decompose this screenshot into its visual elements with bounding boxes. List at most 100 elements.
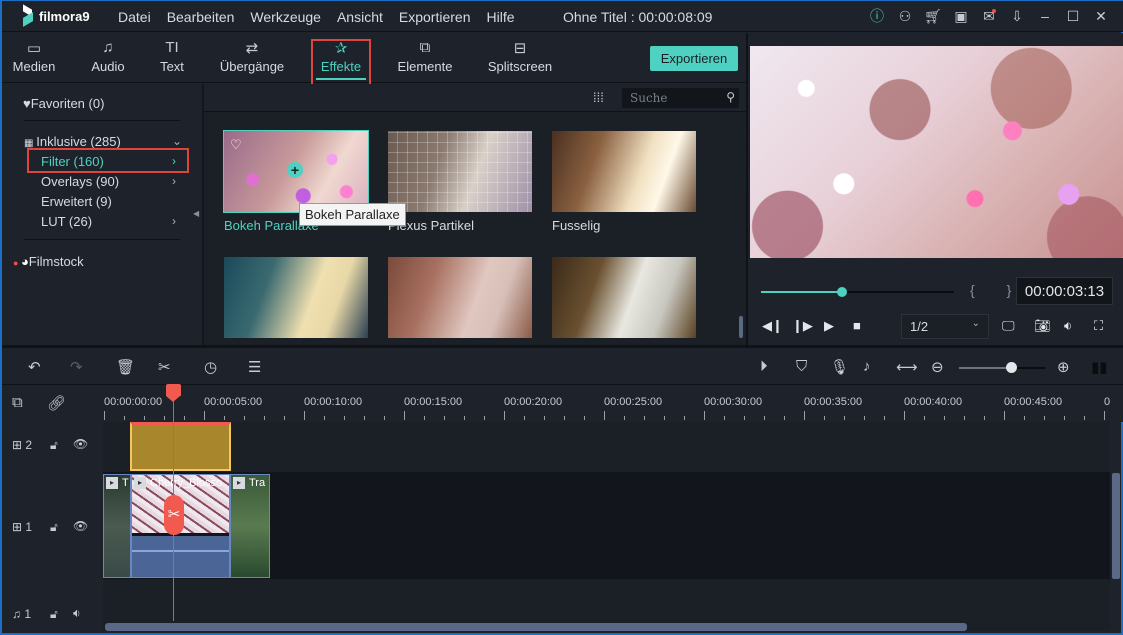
favorites-item[interactable]: ♥Favoriten (0)	[23, 96, 104, 111]
save-icon[interactable]: ▣	[947, 8, 975, 25]
previous-frame-icon[interactable]: ◀❙	[762, 318, 783, 334]
mail-icon[interactable]: ✉	[975, 8, 1003, 25]
filmstock-item[interactable]: ● ◕Filmstock	[13, 254, 84, 269]
timeline-vertical-scrollbar[interactable]	[1112, 473, 1120, 579]
zoom-out-icon[interactable]: ⊖	[931, 358, 944, 376]
redo-icon[interactable]: ↷	[70, 358, 83, 376]
track-number: 1	[24, 607, 32, 621]
menu-hilfe[interactable]: Hilfe	[478, 9, 522, 25]
speaker-icon[interactable]: 🔉︎	[73, 606, 81, 621]
quality-select[interactable]: 1/2 ⌄	[901, 314, 989, 339]
info-icon[interactable]: ⓘ	[863, 6, 891, 26]
playback-handle[interactable]	[837, 287, 848, 297]
display-settings-icon[interactable]: 🖵︎	[1002, 318, 1015, 334]
effects-scrollbar[interactable]	[739, 316, 743, 338]
close-icon[interactable]: ✕	[1087, 8, 1115, 25]
title-bar: filmora9 Datei Bearbeiten Werkzeuge Ansi…	[2, 1, 1123, 32]
layout-toggle-icon[interactable]: ▮▮	[1091, 358, 1108, 376]
video-clip[interactable]: ▸ T	[103, 474, 131, 578]
download-icon[interactable]: ⇩	[1003, 8, 1031, 25]
account-icon[interactable]: ⚇	[891, 8, 919, 25]
eye-icon[interactable]: 👁︎	[73, 519, 88, 533]
tab-splitscreen[interactable]: ⊟ Splitscreen	[486, 39, 554, 74]
grid-view-icon[interactable]: ⁞⁞⁞	[593, 90, 604, 105]
effect-thumb-6[interactable]	[552, 257, 696, 338]
included-item[interactable]: ▦ Inklusive (285)	[24, 134, 121, 149]
lock-icon[interactable]: 🔓︎	[50, 438, 58, 453]
menu-bearbeiten[interactable]: Bearbeiten	[159, 9, 243, 25]
playhead-handle[interactable]	[166, 384, 181, 402]
ruler-tick	[284, 416, 285, 420]
collapse-panel-icon[interactable]: ◀	[193, 209, 199, 218]
chevron-right-icon[interactable]: ›	[172, 174, 176, 188]
menu-ansicht[interactable]: Ansicht	[329, 9, 391, 25]
effect-thumb-fusselig[interactable]	[552, 131, 696, 212]
heart-outline-icon[interactable]: ♡	[230, 137, 242, 153]
maximize-icon[interactable]: ☐	[1059, 8, 1087, 25]
render-preview-icon[interactable]: ⏵	[760, 358, 768, 375]
undo-icon[interactable]: ↶	[28, 358, 41, 376]
tab-audio[interactable]: ♫ Audio	[88, 39, 128, 74]
microphone-icon[interactable]: 🎙︎	[830, 358, 849, 376]
marker-icon[interactable]: ⛉	[796, 358, 807, 375]
minimize-icon[interactable]: –	[1031, 8, 1059, 24]
audio-mixer-icon[interactable]: ♪	[863, 358, 871, 375]
add-effect-icon[interactable]: +	[287, 162, 303, 178]
chevron-down-icon[interactable]: ⌄	[172, 134, 182, 148]
tab-uebergaenge[interactable]: ⇄ Übergänge	[216, 39, 288, 74]
tab-text[interactable]: TI Text	[156, 39, 188, 74]
adjust-icon[interactable]: ☰	[248, 358, 261, 376]
video-clip[interactable]: ▸ Tra	[230, 474, 270, 578]
play-icon[interactable]: ▶	[824, 318, 834, 334]
elements-icon: ⧉	[419, 39, 431, 56]
fit-timeline-icon[interactable]: ⟷	[896, 358, 918, 376]
stop-icon[interactable]: ■	[853, 318, 861, 333]
search-input[interactable]	[622, 88, 717, 108]
effect-thumb-5[interactable]	[388, 257, 532, 338]
folder-icon: ▭	[26, 40, 42, 57]
split-scissors-icon[interactable]: ✂	[164, 495, 184, 535]
chevron-right-icon[interactable]: ›	[172, 214, 176, 228]
zoom-in-icon[interactable]: ⊕	[1057, 358, 1070, 376]
link-icon[interactable]: 🔗︎	[47, 394, 66, 412]
export-button[interactable]: Exportieren	[650, 46, 738, 71]
ruler-tick	[924, 416, 925, 420]
next-frame-icon[interactable]: ❙▶	[792, 318, 813, 334]
menu-exportieren[interactable]: Exportieren	[391, 9, 479, 25]
tab-label: Elemente	[397, 59, 453, 74]
timeline-horizontal-scrollbar[interactable]	[105, 623, 967, 631]
ruler-label: 00:00:15:00	[404, 396, 463, 408]
video-track-1: ▸ T ▸ Cherry_Blosso ▸ Tra	[103, 472, 1110, 579]
timeline-zoom-slider[interactable]	[959, 362, 1045, 373]
overlay-clip[interactable]	[130, 422, 231, 471]
menu-datei[interactable]: Datei	[110, 9, 159, 25]
delete-icon[interactable]: 🗑︎	[116, 358, 135, 376]
ruler-tick	[1064, 416, 1065, 420]
library-item-overlays[interactable]: Overlays (90)	[41, 174, 119, 189]
app-logo: filmora9	[21, 7, 90, 25]
add-track-icon[interactable]: ⧉	[12, 394, 23, 411]
effect-thumb-bokeh-parallaxe[interactable]: ♡ +	[223, 130, 369, 213]
menu-werkzeuge[interactable]: Werkzeuge	[242, 9, 329, 25]
tab-medien[interactable]: ▭ Medien	[12, 39, 56, 74]
playback-slider[interactable]	[761, 287, 954, 297]
volume-icon[interactable]: 🔉︎	[1064, 318, 1072, 334]
cart-icon[interactable]: 🛒︎	[919, 8, 947, 25]
ruler-tick	[424, 416, 425, 420]
filmstock-icon: ◕	[20, 254, 29, 269]
snapshot-icon[interactable]: 📷︎	[1034, 318, 1051, 334]
tab-elemente[interactable]: ⧉ Elemente	[396, 39, 454, 74]
library-item-erweitert[interactable]: Erweitert (9)	[41, 194, 112, 209]
effect-thumb-4[interactable]	[224, 257, 368, 338]
search-icon[interactable]: ⚲	[726, 90, 735, 104]
fullscreen-icon[interactable]: ⛶	[1094, 318, 1103, 334]
effect-thumb-plexus-partikel[interactable]	[388, 131, 532, 212]
speed-icon[interactable]: ◷	[204, 358, 217, 376]
lock-icon[interactable]: 🔓︎	[50, 607, 58, 622]
cut-icon[interactable]: ✂	[158, 358, 171, 376]
ruler-label: 00:00:10:00	[304, 396, 363, 408]
lock-icon[interactable]: 🔓︎	[50, 520, 58, 535]
library-item-lut[interactable]: LUT (26)	[41, 214, 92, 229]
eye-icon[interactable]: 👁︎	[73, 437, 88, 451]
zoom-handle[interactable]	[1005, 362, 1017, 373]
